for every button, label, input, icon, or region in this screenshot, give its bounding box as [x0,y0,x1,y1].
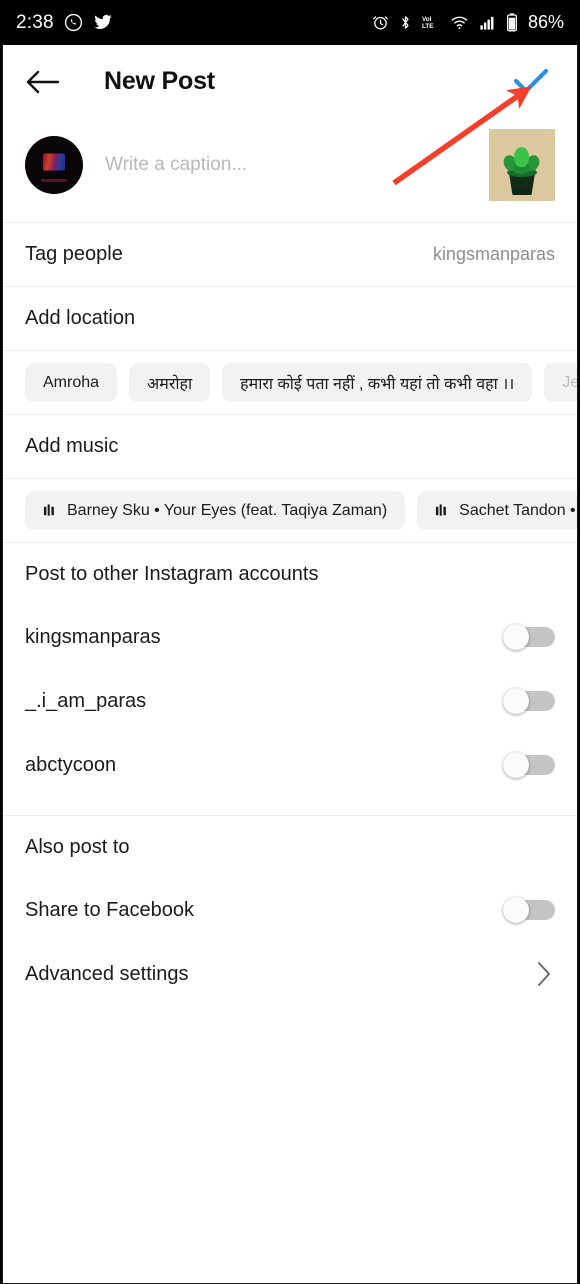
status-bar: 2:38 VoI LTE 86% [0,0,580,45]
battery-icon [506,13,518,32]
account-row-kingsmanparas[interactable]: kingsmanparas [3,605,577,669]
add-music-label: Add music [25,435,119,457]
add-location-row[interactable]: Add location [3,287,577,350]
toggle-knob [503,897,529,923]
new-post-screen: New Post Write a caption... Tag people k… [2,45,578,1284]
account-toggle[interactable] [503,752,555,778]
toggle-knob [503,752,529,778]
location-chip[interactable]: Amroha [25,363,118,402]
avatar-image [43,153,65,171]
avatar-caption-strip [41,179,67,182]
location-chip[interactable]: Jewelle [544,363,577,402]
music-suggestion-chips[interactable]: Barney Sku • Your Eyes (feat. Taqiya Zam… [3,479,577,542]
music-chip[interactable]: Barney Sku • Your Eyes (feat. Taqiya Zam… [25,491,406,530]
back-button[interactable] [25,60,69,104]
account-toggle[interactable] [503,688,555,714]
add-location-label: Add location [25,307,136,329]
music-chip-label: Sachet Tandon • Maiyya Main [459,501,577,519]
volte-icon: VoI LTE [422,14,441,31]
tag-people-value: kingsmanparas [432,244,555,264]
other-accounts-title: Post to other Instagram accounts [25,562,319,585]
toggle-knob [503,688,529,714]
chevron-right-icon [533,962,555,986]
caption-row: Write a caption... [3,118,577,222]
signal-icon [478,14,497,31]
share-to-facebook-toggle[interactable] [503,897,555,923]
page-title: New Post [104,67,215,95]
music-note-icon [43,503,58,518]
account-name: kingsmanparas [25,625,161,648]
location-chip[interactable]: हमारा कोई पता नहीं , कभी यहां तो कभी वहा… [222,363,533,402]
post-thumbnail[interactable] [489,129,555,201]
status-bar-left: 2:38 [16,12,113,34]
whatsapp-icon [64,13,83,32]
status-time: 2:38 [16,11,54,33]
caption-input[interactable]: Write a caption... [105,154,247,176]
back-arrow-icon [26,70,59,93]
account-name: _.i_am_paras [25,689,147,712]
toggle-knob [503,624,529,650]
checkmark-icon [513,68,549,93]
location-chip-label: हमारा कोई पता नहीं , कभी यहां तो कभी वहा… [240,375,515,393]
advanced-settings-label: Advanced settings [25,962,189,985]
account-name: abctycoon [25,753,117,776]
twitter-icon [93,13,113,32]
music-note-icon [435,503,450,518]
battery-percent: 86% [527,12,564,32]
alarm-icon [372,14,389,31]
wifi-icon [450,14,469,31]
location-chip-label: अमरोहा [147,375,193,393]
share-button[interactable] [507,58,555,106]
location-chip-label: Jewelle [562,373,577,391]
account-toggle[interactable] [503,624,555,650]
status-bar-right: VoI LTE 86% [372,12,564,33]
tag-people-row[interactable]: Tag people kingsmanparas [3,223,577,286]
music-chip-label: Barney Sku • Your Eyes (feat. Taqiya Zam… [67,501,388,519]
bluetooth-icon [398,14,413,31]
avatar [25,136,83,194]
svg-text:LTE: LTE [422,23,433,30]
location-chip-label: Amroha [43,373,100,391]
account-row-i-am-paras[interactable]: _.i_am_paras [3,669,577,733]
phone-screen: 2:38 VoI LTE 86% New Post Write a captio… [0,0,580,1284]
app-header: New Post [3,45,577,118]
location-suggestion-chips[interactable]: Amroha अमरोहा हमारा कोई पता नहीं , कभी य… [3,351,577,414]
account-row-abctycoon[interactable]: abctycoon [3,733,577,797]
location-chip[interactable]: अमरोहा [129,363,211,402]
music-chip[interactable]: Sachet Tandon • Maiyya Main [417,491,577,530]
plant-leaves-shape [501,147,542,177]
share-to-facebook-label: Share to Facebook [25,898,194,921]
add-music-row[interactable]: Add music [3,415,577,478]
also-post-to-title: Also post to [25,835,130,858]
advanced-settings-row[interactable]: Advanced settings [3,942,577,1006]
tag-people-label: Tag people [25,243,123,265]
share-to-facebook-row[interactable]: Share to Facebook [3,878,577,942]
svg-text:VoI: VoI [422,16,432,23]
